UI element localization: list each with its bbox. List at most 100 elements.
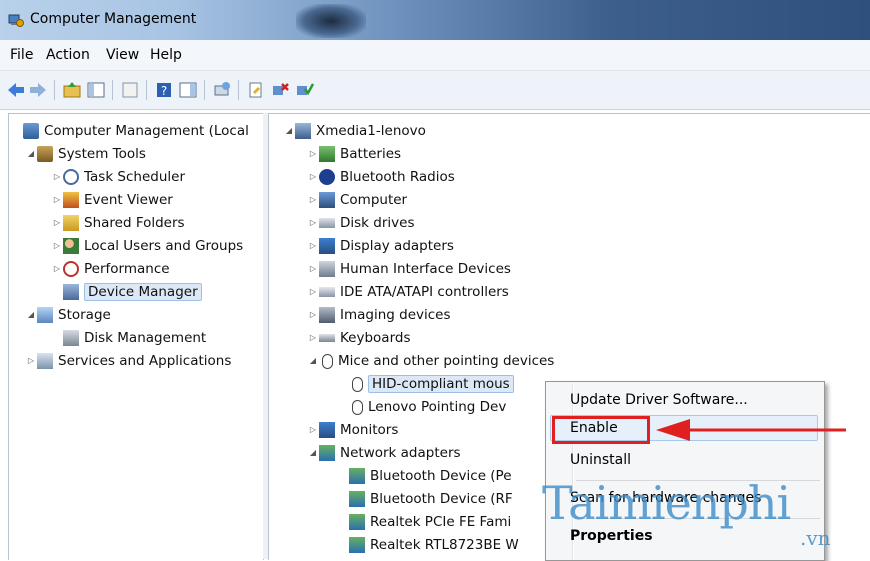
device-item-computer[interactable]: ▷ Computer [307,189,407,211]
scan-hardware-icon[interactable] [212,80,232,100]
menu-action[interactable]: Action [46,47,90,63]
tree-item-services-and-applications[interactable]: ▷ Services and Applications [25,350,231,372]
device-item-xmedia1-lenovo[interactable]: ◢ Xmedia1-lenovo [283,120,426,142]
device-item-mice-and-other-pointing-devices[interactable]: ◢ Mice and other pointing devices [307,350,554,372]
menu-item-properties[interactable]: Properties [570,528,653,544]
tree-label: Realtek RTL8723BE W [370,537,519,553]
tree-twisty[interactable]: ▷ [307,143,319,165]
device-item-keyboards[interactable]: ▷ Keyboards [307,327,411,349]
forward-arrow-icon[interactable] [28,80,48,100]
event-viewer-icon [63,192,79,208]
tree-label: Mice and other pointing devices [338,353,555,369]
network-icon [319,445,335,461]
network-adapter-icon [349,537,365,553]
tree-item-device-manager[interactable]: Device Manager [63,281,202,303]
title-bar[interactable]: Computer Management [0,0,870,40]
tree-item-shared-folders[interactable]: ▷ Shared Folders [51,212,185,234]
tree-twisty[interactable]: ◢ [25,304,37,326]
tree-label: System Tools [58,146,146,162]
up-folder-icon[interactable] [62,80,82,100]
tree-label: Device Manager [84,283,202,301]
mouse-icon [322,353,333,369]
menu-bar: File Action View Help [0,40,870,71]
imaging-icon [319,307,335,323]
watermark-logo: Taimienphi [542,476,791,530]
network-adapter-icon [349,468,365,484]
tree-twisty[interactable]: ▷ [307,166,319,188]
tree-label: Lenovo Pointing Dev [368,399,507,415]
tree-twisty[interactable]: ▷ [307,258,319,280]
tree-twisty[interactable]: ▷ [51,189,63,211]
properties-page-icon[interactable] [120,80,140,100]
tree-item-task-scheduler[interactable]: ▷ Task Scheduler [51,166,185,188]
tree-twisty[interactable]: ▷ [51,166,63,188]
uninstall-device-icon[interactable] [270,80,290,100]
storage-icon [37,307,53,323]
tree-twisty[interactable]: ▷ [307,212,319,234]
hid-icon [319,261,335,277]
services-icon [37,353,53,369]
tree-item-storage[interactable]: ◢ Storage [25,304,111,326]
device-item-realtek-rtl8723be[interactable]: Realtek RTL8723BE W [349,534,519,556]
tree-twisty[interactable]: ◢ [307,350,319,372]
show-action-pane-icon[interactable] [178,80,198,100]
tree-twisty[interactable]: ◢ [25,143,37,165]
device-item-human-interface-devices[interactable]: ▷ Human Interface Devices [307,258,511,280]
device-item-disk-drives[interactable]: ▷ Disk drives [307,212,415,234]
tree-twisty[interactable]: ▷ [307,189,319,211]
tree-twisty[interactable]: ▷ [307,327,319,349]
tree-twisty[interactable]: ▷ [51,235,63,257]
tree-label: Monitors [340,422,399,438]
update-driver-icon[interactable] [246,80,266,100]
help-icon[interactable]: ? [154,80,174,100]
device-item-monitors[interactable]: ▷ Monitors [307,419,398,441]
tree-item-disk-management[interactable]: Disk Management [63,327,206,349]
tree-twisty[interactable]: ▷ [25,350,37,372]
menu-file[interactable]: File [10,47,33,63]
tree-item-performance[interactable]: ▷ Performance [51,258,170,280]
device-item-bluetooth-device-rf[interactable]: Bluetooth Device (RF [349,488,513,510]
tree-twisty[interactable]: ◢ [307,442,319,464]
device-item-lenovo-pointing-device[interactable]: Lenovo Pointing Dev [349,396,506,418]
tree-label: Shared Folders [84,215,185,231]
tree-label: Network adapters [340,445,461,461]
back-arrow-icon[interactable] [6,80,26,100]
tree-twisty[interactable]: ▷ [307,281,319,303]
menu-help[interactable]: Help [150,47,182,63]
tree-item-local-users-and-groups[interactable]: ▷ Local Users and Groups [51,235,243,257]
toolbar-separator [54,80,55,100]
enable-device-icon[interactable] [294,80,314,100]
menu-item-update-driver-software[interactable]: Update Driver Software... [570,392,748,408]
device-item-bluetooth-radios[interactable]: ▷ Bluetooth Radios [307,166,455,188]
ide-controller-icon [319,287,335,297]
show-hide-tree-icon[interactable] [86,80,106,100]
tree-item-computer-management[interactable]: Computer Management (Local [11,120,249,142]
device-context-menu: Update Driver Software... Enable Uninsta… [545,381,825,561]
tree-label: Xmedia1-lenovo [316,123,426,139]
tree-item-system-tools[interactable]: ◢ System Tools [25,143,146,165]
menu-view[interactable]: View [106,47,139,63]
tree-label: Bluetooth Device (Pe [370,468,512,484]
tree-twisty[interactable]: ▷ [307,419,319,441]
device-item-batteries[interactable]: ▷ Batteries [307,143,401,165]
device-item-network-adapters[interactable]: ◢ Network adapters [307,442,461,464]
network-adapter-icon [349,514,365,530]
device-item-ide-ata-atapi-controllers[interactable]: ▷ IDE ATA/ATAPI controllers [307,281,509,303]
tree-item-event-viewer[interactable]: ▷ Event Viewer [51,189,173,211]
menu-item-uninstall[interactable]: Uninstall [570,452,631,468]
tree-twisty[interactable]: ▷ [307,235,319,257]
tree-twisty[interactable]: ▷ [51,258,63,280]
display-adapter-icon [319,238,335,254]
tree-twisty[interactable]: ▷ [307,304,319,326]
tree-label: Realtek PCIe FE Fami [370,514,512,530]
tree-label: Bluetooth Radios [340,169,455,185]
network-adapter-icon [349,491,365,507]
device-item-hid-compliant-mouse[interactable]: HID-compliant mous [349,373,514,395]
device-item-realtek-pcie-fe[interactable]: Realtek PCIe FE Fami [349,511,511,533]
device-item-imaging-devices[interactable]: ▷ Imaging devices [307,304,451,326]
device-item-bluetooth-device-pe[interactable]: Bluetooth Device (Pe [349,465,512,487]
tree-twisty[interactable]: ▷ [51,212,63,234]
mouse-icon [352,399,363,415]
device-item-display-adapters[interactable]: ▷ Display adapters [307,235,454,257]
tree-twisty[interactable]: ◢ [283,120,295,142]
